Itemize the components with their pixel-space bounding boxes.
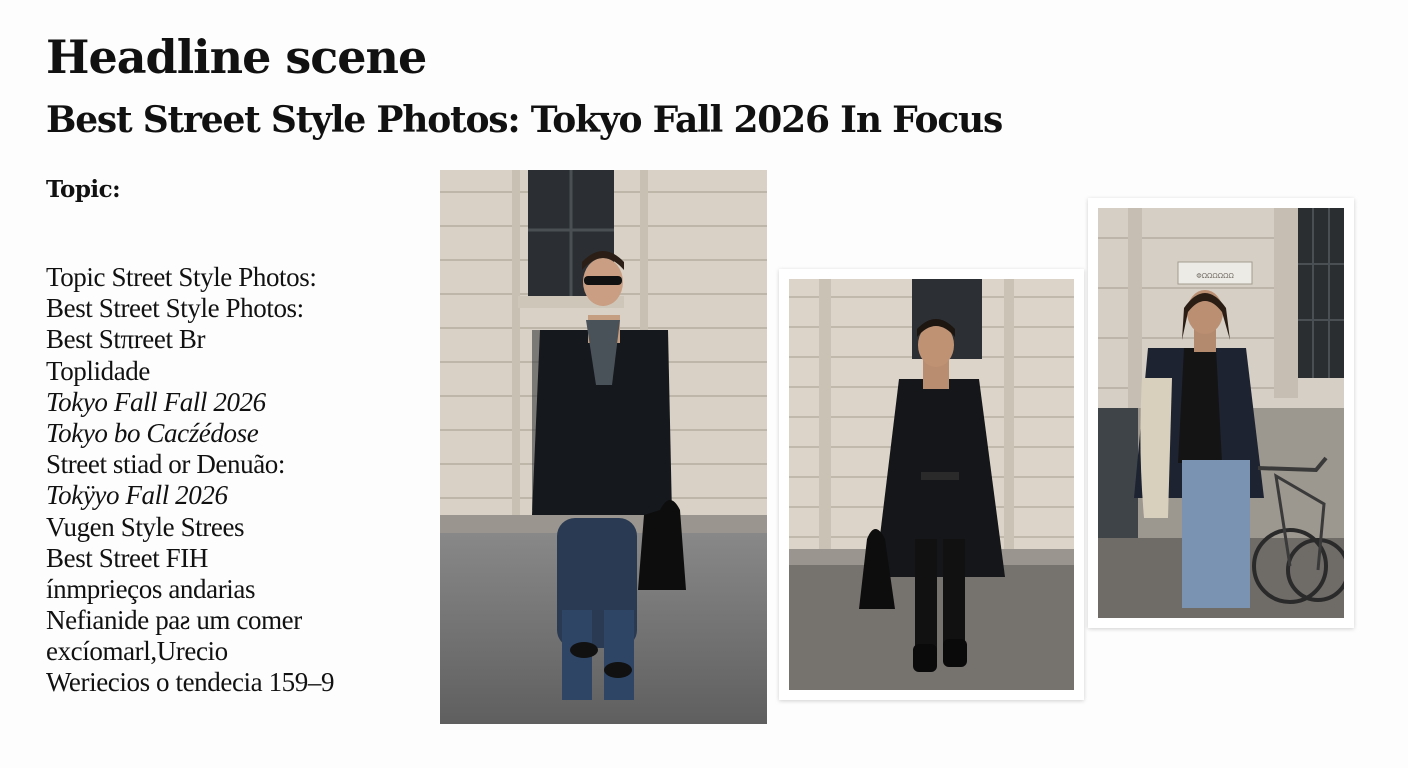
man-bicycle-jacket-photo: ΦΩΩΩΩΩΩ: [1098, 208, 1344, 618]
man-long-black-coat-photo: [789, 279, 1074, 690]
building-sign-text: ΦΩΩΩΩΩΩ: [1196, 272, 1234, 280]
topic-text-line: Tokyo Fall Fall 2026: [46, 386, 266, 417]
topic-label: Topic:: [46, 176, 121, 203]
headline-title: Headline scene: [46, 30, 427, 84]
topic-text-line: Nefianide paƨ um comer: [46, 605, 302, 636]
topic-text-list: Topic Street Style Photos: Best Street S…: [46, 262, 334, 699]
topic-text-line: Weriecios o tendecia 159–9: [46, 667, 335, 698]
topic-text-line: Best Stπreet Br: [46, 324, 206, 355]
article-subtitle: Best Street Style Photos: Tokyo Fall 202…: [46, 99, 1003, 141]
man-sunglasses-peacoat-photo: [440, 170, 767, 724]
topic-text-line: Tokyo bo Cacźédose: [46, 417, 259, 448]
topic-text-line: excíomarl,Urecio: [46, 636, 228, 667]
topic-text-line: Tokÿyo Fall 2026: [46, 480, 228, 511]
topic-text-line: Toplidade: [46, 355, 150, 386]
topic-text-line: Best Street Style Photos:: [46, 293, 304, 324]
topic-text-line: Topic Street Style Photos:: [46, 262, 317, 292]
topic-text-line: Street stiad or Denuão:: [46, 449, 285, 480]
topic-text-line: Vugen Style Strees: [46, 511, 245, 542]
topic-text-line: ínmprieços andarias: [46, 573, 256, 604]
topic-text-line: Best Street FIΗ: [46, 542, 208, 573]
